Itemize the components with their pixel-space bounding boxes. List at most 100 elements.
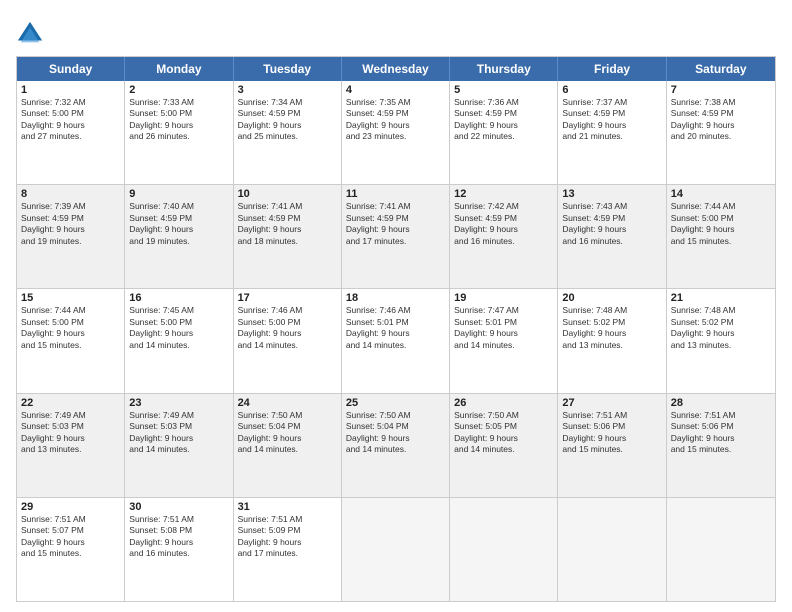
calendar-cell: 15Sunrise: 7:44 AM Sunset: 5:00 PM Dayli… xyxy=(17,289,125,392)
day-number: 14 xyxy=(671,188,771,200)
day-info: Sunrise: 7:41 AM Sunset: 4:59 PM Dayligh… xyxy=(346,201,445,247)
day-number: 12 xyxy=(454,188,553,200)
day-number: 2 xyxy=(129,84,228,96)
calendar-cell: 25Sunrise: 7:50 AM Sunset: 5:04 PM Dayli… xyxy=(342,394,450,497)
day-number: 15 xyxy=(21,292,120,304)
day-info: Sunrise: 7:50 AM Sunset: 5:04 PM Dayligh… xyxy=(346,410,445,456)
day-number: 16 xyxy=(129,292,228,304)
day-info: Sunrise: 7:51 AM Sunset: 5:09 PM Dayligh… xyxy=(238,514,337,560)
day-number: 9 xyxy=(129,188,228,200)
calendar-header: SundayMondayTuesdayWednesdayThursdayFrid… xyxy=(17,57,775,81)
day-info: Sunrise: 7:50 AM Sunset: 5:04 PM Dayligh… xyxy=(238,410,337,456)
day-info: Sunrise: 7:48 AM Sunset: 5:02 PM Dayligh… xyxy=(671,305,771,351)
calendar-row: 15Sunrise: 7:44 AM Sunset: 5:00 PM Dayli… xyxy=(17,288,775,392)
day-info: Sunrise: 7:39 AM Sunset: 4:59 PM Dayligh… xyxy=(21,201,120,247)
day-number: 1 xyxy=(21,84,120,96)
day-number: 19 xyxy=(454,292,553,304)
day-number: 27 xyxy=(562,397,661,409)
day-info: Sunrise: 7:44 AM Sunset: 5:00 PM Dayligh… xyxy=(671,201,771,247)
calendar-cell: 10Sunrise: 7:41 AM Sunset: 4:59 PM Dayli… xyxy=(234,185,342,288)
day-number: 22 xyxy=(21,397,120,409)
day-info: Sunrise: 7:50 AM Sunset: 5:05 PM Dayligh… xyxy=(454,410,553,456)
day-number: 20 xyxy=(562,292,661,304)
calendar-body: 1Sunrise: 7:32 AM Sunset: 5:00 PM Daylig… xyxy=(17,81,775,601)
day-info: Sunrise: 7:32 AM Sunset: 5:00 PM Dayligh… xyxy=(21,97,120,143)
header-day: Monday xyxy=(125,57,233,81)
header-day: Tuesday xyxy=(234,57,342,81)
calendar-cell: 2Sunrise: 7:33 AM Sunset: 5:00 PM Daylig… xyxy=(125,81,233,184)
calendar-cell: 3Sunrise: 7:34 AM Sunset: 4:59 PM Daylig… xyxy=(234,81,342,184)
calendar-row: 29Sunrise: 7:51 AM Sunset: 5:07 PM Dayli… xyxy=(17,497,775,601)
logo-icon xyxy=(16,20,44,48)
day-number: 18 xyxy=(346,292,445,304)
calendar-row: 1Sunrise: 7:32 AM Sunset: 5:00 PM Daylig… xyxy=(17,81,775,184)
day-info: Sunrise: 7:47 AM Sunset: 5:01 PM Dayligh… xyxy=(454,305,553,351)
calendar-cell xyxy=(450,498,558,601)
day-number: 3 xyxy=(238,84,337,96)
calendar-cell: 14Sunrise: 7:44 AM Sunset: 5:00 PM Dayli… xyxy=(667,185,775,288)
logo xyxy=(16,20,48,48)
calendar-cell: 22Sunrise: 7:49 AM Sunset: 5:03 PM Dayli… xyxy=(17,394,125,497)
calendar-cell: 9Sunrise: 7:40 AM Sunset: 4:59 PM Daylig… xyxy=(125,185,233,288)
calendar-cell: 26Sunrise: 7:50 AM Sunset: 5:05 PM Dayli… xyxy=(450,394,558,497)
calendar-cell: 28Sunrise: 7:51 AM Sunset: 5:06 PM Dayli… xyxy=(667,394,775,497)
day-number: 30 xyxy=(129,501,228,513)
calendar-cell: 8Sunrise: 7:39 AM Sunset: 4:59 PM Daylig… xyxy=(17,185,125,288)
calendar-cell: 20Sunrise: 7:48 AM Sunset: 5:02 PM Dayli… xyxy=(558,289,666,392)
day-number: 4 xyxy=(346,84,445,96)
day-info: Sunrise: 7:46 AM Sunset: 5:01 PM Dayligh… xyxy=(346,305,445,351)
calendar-cell xyxy=(342,498,450,601)
day-number: 6 xyxy=(562,84,661,96)
day-info: Sunrise: 7:49 AM Sunset: 5:03 PM Dayligh… xyxy=(21,410,120,456)
day-number: 25 xyxy=(346,397,445,409)
day-info: Sunrise: 7:49 AM Sunset: 5:03 PM Dayligh… xyxy=(129,410,228,456)
day-number: 7 xyxy=(671,84,771,96)
day-info: Sunrise: 7:45 AM Sunset: 5:00 PM Dayligh… xyxy=(129,305,228,351)
day-info: Sunrise: 7:33 AM Sunset: 5:00 PM Dayligh… xyxy=(129,97,228,143)
day-info: Sunrise: 7:34 AM Sunset: 4:59 PM Dayligh… xyxy=(238,97,337,143)
calendar-cell: 21Sunrise: 7:48 AM Sunset: 5:02 PM Dayli… xyxy=(667,289,775,392)
calendar: SundayMondayTuesdayWednesdayThursdayFrid… xyxy=(16,56,776,602)
calendar-cell: 18Sunrise: 7:46 AM Sunset: 5:01 PM Dayli… xyxy=(342,289,450,392)
calendar-row: 8Sunrise: 7:39 AM Sunset: 4:59 PM Daylig… xyxy=(17,184,775,288)
day-number: 29 xyxy=(21,501,120,513)
day-info: Sunrise: 7:51 AM Sunset: 5:06 PM Dayligh… xyxy=(562,410,661,456)
day-info: Sunrise: 7:46 AM Sunset: 5:00 PM Dayligh… xyxy=(238,305,337,351)
header-day: Sunday xyxy=(17,57,125,81)
day-info: Sunrise: 7:40 AM Sunset: 4:59 PM Dayligh… xyxy=(129,201,228,247)
day-number: 24 xyxy=(238,397,337,409)
header-day: Friday xyxy=(558,57,666,81)
day-info: Sunrise: 7:51 AM Sunset: 5:08 PM Dayligh… xyxy=(129,514,228,560)
calendar-cell xyxy=(667,498,775,601)
calendar-cell: 23Sunrise: 7:49 AM Sunset: 5:03 PM Dayli… xyxy=(125,394,233,497)
calendar-cell: 31Sunrise: 7:51 AM Sunset: 5:09 PM Dayli… xyxy=(234,498,342,601)
day-info: Sunrise: 7:41 AM Sunset: 4:59 PM Dayligh… xyxy=(238,201,337,247)
day-number: 10 xyxy=(238,188,337,200)
calendar-cell: 6Sunrise: 7:37 AM Sunset: 4:59 PM Daylig… xyxy=(558,81,666,184)
calendar-cell: 19Sunrise: 7:47 AM Sunset: 5:01 PM Dayli… xyxy=(450,289,558,392)
day-number: 26 xyxy=(454,397,553,409)
day-info: Sunrise: 7:36 AM Sunset: 4:59 PM Dayligh… xyxy=(454,97,553,143)
day-number: 28 xyxy=(671,397,771,409)
day-number: 13 xyxy=(562,188,661,200)
header-day: Saturday xyxy=(667,57,775,81)
calendar-cell: 16Sunrise: 7:45 AM Sunset: 5:00 PM Dayli… xyxy=(125,289,233,392)
page: SundayMondayTuesdayWednesdayThursdayFrid… xyxy=(0,0,792,612)
calendar-cell: 11Sunrise: 7:41 AM Sunset: 4:59 PM Dayli… xyxy=(342,185,450,288)
calendar-row: 22Sunrise: 7:49 AM Sunset: 5:03 PM Dayli… xyxy=(17,393,775,497)
day-number: 31 xyxy=(238,501,337,513)
day-info: Sunrise: 7:44 AM Sunset: 5:00 PM Dayligh… xyxy=(21,305,120,351)
day-info: Sunrise: 7:51 AM Sunset: 5:06 PM Dayligh… xyxy=(671,410,771,456)
calendar-cell: 1Sunrise: 7:32 AM Sunset: 5:00 PM Daylig… xyxy=(17,81,125,184)
calendar-cell: 17Sunrise: 7:46 AM Sunset: 5:00 PM Dayli… xyxy=(234,289,342,392)
day-info: Sunrise: 7:51 AM Sunset: 5:07 PM Dayligh… xyxy=(21,514,120,560)
day-info: Sunrise: 7:48 AM Sunset: 5:02 PM Dayligh… xyxy=(562,305,661,351)
calendar-cell: 29Sunrise: 7:51 AM Sunset: 5:07 PM Dayli… xyxy=(17,498,125,601)
day-number: 23 xyxy=(129,397,228,409)
day-number: 8 xyxy=(21,188,120,200)
day-info: Sunrise: 7:43 AM Sunset: 4:59 PM Dayligh… xyxy=(562,201,661,247)
header-day: Wednesday xyxy=(342,57,450,81)
header xyxy=(16,16,776,48)
calendar-cell: 5Sunrise: 7:36 AM Sunset: 4:59 PM Daylig… xyxy=(450,81,558,184)
calendar-cell: 27Sunrise: 7:51 AM Sunset: 5:06 PM Dayli… xyxy=(558,394,666,497)
